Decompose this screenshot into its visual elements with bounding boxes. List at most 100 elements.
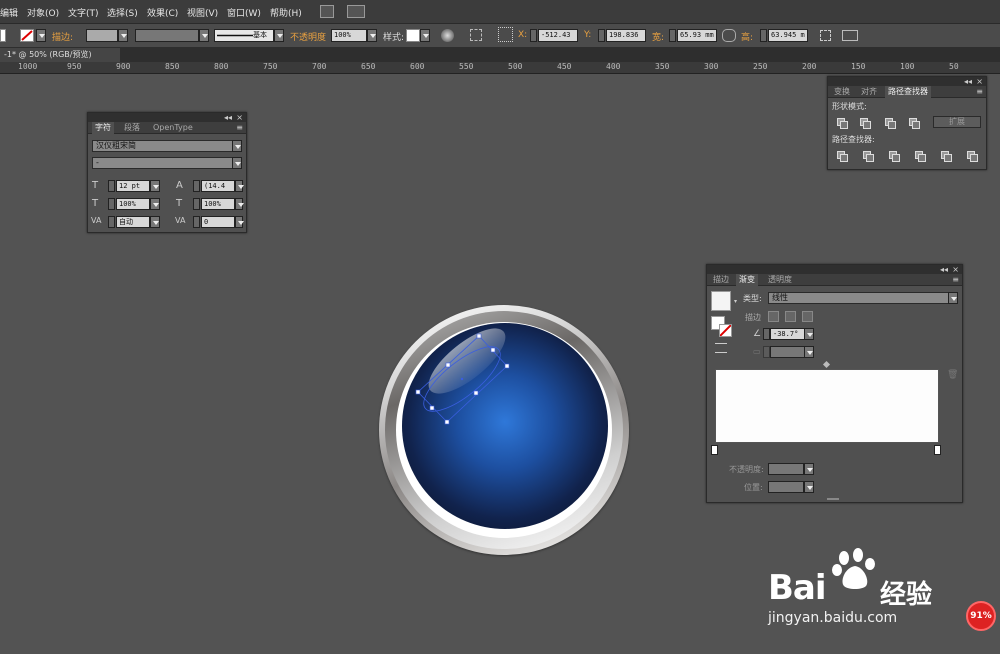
opacity-field[interactable]: 100%: [331, 29, 367, 42]
horizontal-scale-spinner[interactable]: [193, 198, 200, 210]
tracking-spinner[interactable]: [193, 216, 200, 228]
bridge-icon[interactable]: [320, 5, 334, 18]
font-style-dropdown[interactable]: [232, 157, 242, 169]
tab-character[interactable]: 字符: [92, 122, 114, 134]
constrain-proportions-icon[interactable]: [722, 29, 736, 42]
horizontal-scale-field[interactable]: 100%: [201, 198, 235, 210]
aspect-ratio-field[interactable]: [770, 346, 805, 358]
width-field[interactable]: 65.93 mm: [677, 29, 717, 42]
minus-back-icon[interactable]: [966, 150, 978, 162]
menu-object[interactable]: 对象(O): [27, 6, 59, 19]
collapse-icon[interactable]: ◂◂: [940, 265, 948, 274]
stroke-along-icon[interactable]: [785, 311, 796, 322]
stroke-weight-dropdown[interactable]: [118, 29, 128, 42]
tab-stroke[interactable]: 描边: [710, 274, 732, 286]
fill-swatch[interactable]: [0, 29, 6, 42]
outline-icon[interactable]: [940, 150, 952, 162]
tab-transform[interactable]: 变换: [831, 86, 853, 98]
tracking-dropdown[interactable]: [235, 216, 244, 228]
trash-icon[interactable]: 🗑: [947, 370, 958, 380]
horizontal-scale-dropdown[interactable]: [235, 198, 244, 210]
stop-location-dropdown[interactable]: [804, 481, 814, 493]
isolate-icon[interactable]: [842, 30, 858, 41]
variable-width-dropdown[interactable]: [199, 29, 209, 42]
tab-transparency[interactable]: 透明度: [765, 274, 795, 286]
tab-pathfinder[interactable]: 路径查找器: [885, 86, 931, 98]
gradient-type-dropdown[interactable]: [948, 292, 958, 304]
width-spinner[interactable]: [669, 29, 676, 42]
performance-badge[interactable]: 91%: [966, 601, 996, 631]
gradient-stop-left[interactable]: [711, 445, 718, 455]
tab-paragraph[interactable]: 段落: [121, 122, 143, 134]
midpoint-slider[interactable]: [822, 360, 831, 369]
font-size-field[interactable]: 12 pt: [116, 180, 150, 192]
arrange-documents-icon[interactable]: [347, 5, 365, 18]
brush-dropdown[interactable]: [274, 29, 284, 42]
document-tab[interactable]: -1* @ 50% (RGB/预览): [0, 48, 120, 62]
close-icon[interactable]: ×: [236, 113, 243, 122]
stop-location-field[interactable]: [768, 481, 804, 493]
tab-opentype[interactable]: OpenType: [150, 122, 196, 134]
menu-effect[interactable]: 效果(C): [147, 6, 178, 19]
aspect-ratio-spinner[interactable]: [763, 346, 770, 358]
menu-type[interactable]: 文字(T): [68, 6, 99, 19]
gradient-preview-swatch[interactable]: [711, 291, 731, 311]
font-family-dropdown[interactable]: [232, 140, 242, 152]
font-size-dropdown[interactable]: [150, 180, 160, 192]
height-spinner[interactable]: [760, 29, 767, 42]
tracking-field[interactable]: 0: [201, 216, 235, 228]
stop-opacity-field[interactable]: [768, 463, 804, 475]
expand-button[interactable]: 扩展: [933, 116, 981, 128]
gradient-stop-right[interactable]: [934, 445, 941, 455]
menu-select[interactable]: 选择(S): [107, 6, 138, 19]
menu-view[interactable]: 视图(V): [187, 6, 218, 19]
collapse-icon[interactable]: ◂◂: [964, 77, 972, 86]
graphic-style-swatch[interactable]: [406, 29, 420, 42]
y-field[interactable]: 198.836: [606, 29, 646, 42]
stroke-across-icon[interactable]: [802, 311, 813, 322]
stroke-icon[interactable]: [719, 324, 732, 337]
vertical-scale-field[interactable]: 100%: [116, 198, 150, 210]
merge-icon[interactable]: [888, 150, 900, 162]
variable-width-field[interactable]: [135, 29, 199, 42]
panel-menu-icon[interactable]: ≡: [236, 123, 243, 132]
reference-point-icon[interactable]: [498, 27, 513, 42]
font-size-spinner[interactable]: [108, 180, 115, 192]
tab-align[interactable]: 对齐: [858, 86, 880, 98]
menu-help[interactable]: 帮助(H): [270, 6, 302, 19]
stroke-swatch[interactable]: [20, 29, 34, 42]
x-spinner[interactable]: [530, 29, 537, 42]
graphic-style-dropdown[interactable]: [420, 29, 430, 42]
leading-dropdown[interactable]: [235, 180, 244, 192]
opacity-dropdown[interactable]: [367, 29, 377, 42]
leading-spinner[interactable]: [193, 180, 200, 192]
leading-field[interactable]: (14.4: [201, 180, 235, 192]
selection-bounding-box[interactable]: [410, 330, 520, 430]
brush-definition[interactable]: 基本: [214, 29, 274, 42]
trim-icon[interactable]: [862, 150, 874, 162]
intersect-icon[interactable]: [884, 117, 896, 129]
align-to-icon[interactable]: [470, 29, 482, 41]
exclude-icon[interactable]: [908, 117, 920, 129]
stroke-weight-field[interactable]: [86, 29, 118, 42]
stroke-within-icon[interactable]: [768, 311, 779, 322]
gradient-type-select[interactable]: 线性: [768, 292, 958, 304]
panel-menu-icon[interactable]: ≡: [976, 87, 983, 96]
recolor-icon[interactable]: [441, 29, 454, 42]
collapse-icon[interactable]: ◂◂: [224, 113, 232, 122]
y-spinner[interactable]: [598, 29, 605, 42]
angle-dropdown[interactable]: [804, 328, 814, 340]
menu-window[interactable]: 窗口(W): [227, 6, 261, 19]
angle-spinner[interactable]: [763, 328, 770, 340]
resize-handle[interactable]: [827, 498, 839, 500]
divide-icon[interactable]: [836, 150, 848, 162]
gradient-slider-preview[interactable]: [715, 369, 939, 443]
font-family-select[interactable]: 汉仪粗宋简: [92, 140, 240, 152]
reverse-gradient-icon[interactable]: [715, 343, 727, 353]
font-style-select[interactable]: -: [92, 157, 240, 169]
menu-edit[interactable]: 编辑: [0, 6, 18, 19]
chevron-down-icon[interactable]: ▾: [734, 298, 737, 305]
x-field[interactable]: -512.43: [538, 29, 578, 42]
panel-menu-icon[interactable]: ≡: [952, 275, 959, 284]
transform-icon[interactable]: [820, 30, 831, 41]
